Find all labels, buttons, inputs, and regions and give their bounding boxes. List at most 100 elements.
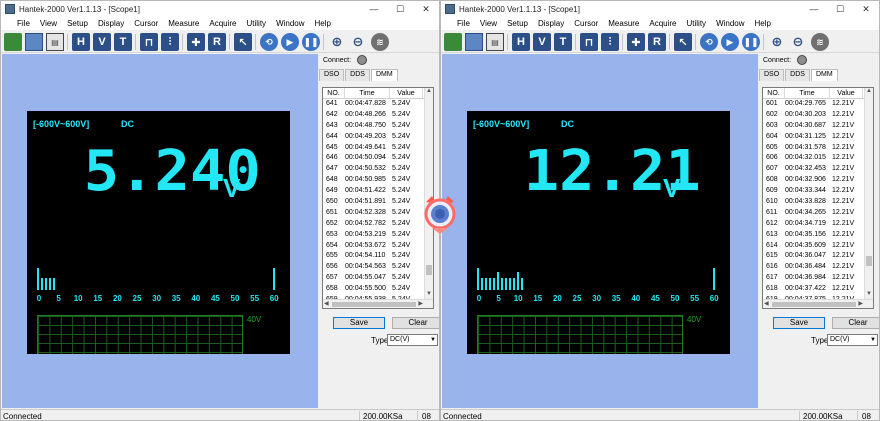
- scroll-right-icon[interactable]: ▶: [858, 300, 863, 307]
- pulse-icon[interactable]: ⊓: [580, 33, 598, 51]
- column-header[interactable]: Value: [390, 88, 423, 98]
- menu-cursor[interactable]: Cursor: [129, 19, 163, 28]
- tab-dso[interactable]: DSO: [319, 69, 345, 81]
- reference-button[interactable]: R: [208, 33, 226, 51]
- table-row[interactable]: 607 00:04:32.453 12.21V: [763, 164, 873, 175]
- menu-help[interactable]: Help: [310, 19, 336, 28]
- column-header[interactable]: Value: [830, 88, 863, 98]
- menu-acquire[interactable]: Acquire: [644, 19, 681, 28]
- table-row[interactable]: 606 00:04:32.015 12.21V: [763, 153, 873, 164]
- pause-icon[interactable]: ❚❚: [742, 33, 760, 51]
- type-select[interactable]: DC(V) ▼: [387, 334, 438, 346]
- scroll-up-icon[interactable]: ▲: [866, 88, 872, 94]
- scroll-thumb[interactable]: [332, 302, 416, 307]
- scroll-down-icon[interactable]: ▼: [866, 291, 872, 297]
- table-row[interactable]: 605 00:04:31.578 12.21V: [763, 143, 873, 154]
- measure-icon[interactable]: ⫶: [601, 33, 619, 51]
- scroll-up-icon[interactable]: ▲: [426, 88, 432, 94]
- close-button[interactable]: ✕: [853, 4, 879, 15]
- table-row[interactable]: 612 00:04:34.719 12.21V: [763, 219, 873, 230]
- cursor-icon[interactable]: ↖: [674, 33, 692, 51]
- scroll-thumb[interactable]: [772, 302, 856, 307]
- tab-dso[interactable]: DSO: [759, 69, 785, 81]
- menu-file[interactable]: File: [1, 19, 35, 28]
- menu-utility[interactable]: Utility: [682, 19, 712, 28]
- clear-button[interactable]: Clear: [392, 317, 439, 329]
- table-row[interactable]: 644 00:04:49.203 5.24V: [323, 132, 433, 143]
- table-row[interactable]: 645 00:04:49.641 5.24V: [323, 143, 433, 154]
- run-icon[interactable]: ▶: [721, 33, 739, 51]
- table-row[interactable]: 617 00:04:36.984 12.21V: [763, 273, 873, 284]
- table-row[interactable]: 653 00:04:53.219 5.24V: [323, 230, 433, 241]
- column-header[interactable]: Time: [785, 88, 830, 98]
- clear-button[interactable]: Clear: [832, 317, 879, 329]
- horizontal-scrollbar[interactable]: ◀ ▶: [323, 299, 433, 308]
- run-icon[interactable]: ▶: [281, 33, 299, 51]
- scroll-left-icon[interactable]: ◀: [764, 300, 769, 307]
- print-icon[interactable]: ▤: [46, 33, 64, 51]
- menu-help[interactable]: Help: [750, 19, 776, 28]
- table-row[interactable]: 650 00:04:51.891 5.24V: [323, 197, 433, 208]
- table-row[interactable]: 646 00:04:50.094 5.24V: [323, 153, 433, 164]
- table-row[interactable]: 643 00:04:48.750 5.24V: [323, 121, 433, 132]
- auto-icon[interactable]: ⟲: [260, 33, 278, 51]
- tab-dmm[interactable]: DMM: [370, 69, 398, 81]
- new-scope-icon[interactable]: [4, 33, 22, 51]
- menu-view[interactable]: View: [475, 19, 502, 28]
- table-row[interactable]: 647 00:04:50.532 5.24V: [323, 164, 433, 175]
- table-row[interactable]: 610 00:04:33.828 12.21V: [763, 197, 873, 208]
- table-row[interactable]: 656 00:04:54.563 5.24V: [323, 262, 433, 273]
- trigger-button[interactable]: T: [554, 33, 572, 51]
- menu-acquire[interactable]: Acquire: [204, 19, 241, 28]
- menu-display[interactable]: Display: [533, 19, 569, 28]
- table-row[interactable]: 652 00:04:52.782 5.24V: [323, 219, 433, 230]
- scroll-down-icon[interactable]: ▼: [426, 291, 432, 297]
- table-row[interactable]: 613 00:04:35.156 12.21V: [763, 230, 873, 241]
- settings-icon[interactable]: ≋: [371, 33, 389, 51]
- zoom-in-icon[interactable]: ⊕: [328, 33, 346, 51]
- table-row[interactable]: 649 00:04:51.422 5.24V: [323, 186, 433, 197]
- table-row[interactable]: 655 00:04:54.110 5.24V: [323, 251, 433, 262]
- save-button[interactable]: Save: [773, 317, 825, 329]
- menu-measure[interactable]: Measure: [163, 19, 204, 28]
- minimize-button[interactable]: —: [361, 4, 387, 14]
- measure-icon[interactable]: ⫶: [161, 33, 179, 51]
- scroll-left-icon[interactable]: ◀: [324, 300, 329, 307]
- table-row[interactable]: 609 00:04:33.344 12.21V: [763, 186, 873, 197]
- scroll-right-icon[interactable]: ▶: [418, 300, 423, 307]
- table-row[interactable]: 608 00:04:32.906 12.21V: [763, 175, 873, 186]
- auto-icon[interactable]: ⟲: [700, 33, 718, 51]
- menu-setup[interactable]: Setup: [62, 19, 93, 28]
- table-row[interactable]: 642 00:04:48.266 5.24V: [323, 110, 433, 121]
- column-header[interactable]: Time: [345, 88, 390, 98]
- tab-dmm[interactable]: DMM: [810, 69, 838, 81]
- new-scope-icon[interactable]: [444, 33, 462, 51]
- pause-icon[interactable]: ❚❚: [302, 33, 320, 51]
- table-row[interactable]: 651 00:04:52.328 5.24V: [323, 208, 433, 219]
- vertical-scrollbar[interactable]: ▲ ▼: [864, 88, 873, 308]
- menu-setup[interactable]: Setup: [502, 19, 533, 28]
- trigger-button[interactable]: T: [114, 33, 132, 51]
- type-select[interactable]: DC(V) ▼: [827, 334, 878, 346]
- zoom-out-icon[interactable]: ⊖: [789, 33, 807, 51]
- maximize-button[interactable]: ☐: [827, 4, 853, 15]
- column-header[interactable]: NO.: [763, 88, 785, 98]
- table-row[interactable]: 602 00:04:30.203 12.21V: [763, 110, 873, 121]
- table-row[interactable]: 616 00:04:36.484 12.21V: [763, 262, 873, 273]
- close-button[interactable]: ✕: [413, 4, 439, 15]
- zoom-in-icon[interactable]: ⊕: [768, 33, 786, 51]
- horizontal-button[interactable]: H: [512, 33, 530, 51]
- table-row[interactable]: 641 00:04:47.828 5.24V: [323, 99, 433, 110]
- table-row[interactable]: 615 00:04:36.047 12.21V: [763, 251, 873, 262]
- settings-icon[interactable]: ≋: [811, 33, 829, 51]
- save-icon[interactable]: [25, 33, 43, 51]
- column-header[interactable]: NO.: [323, 88, 345, 98]
- tab-dds[interactable]: DDS: [785, 69, 810, 81]
- pulse-icon[interactable]: ⊓: [140, 33, 158, 51]
- save-button[interactable]: Save: [333, 317, 385, 329]
- menu-file[interactable]: File: [441, 19, 475, 28]
- save-icon[interactable]: [465, 33, 483, 51]
- table-row[interactable]: 614 00:04:35.609 12.21V: [763, 241, 873, 252]
- tab-dds[interactable]: DDS: [345, 69, 370, 81]
- table-row[interactable]: 648 00:04:50.985 5.24V: [323, 175, 433, 186]
